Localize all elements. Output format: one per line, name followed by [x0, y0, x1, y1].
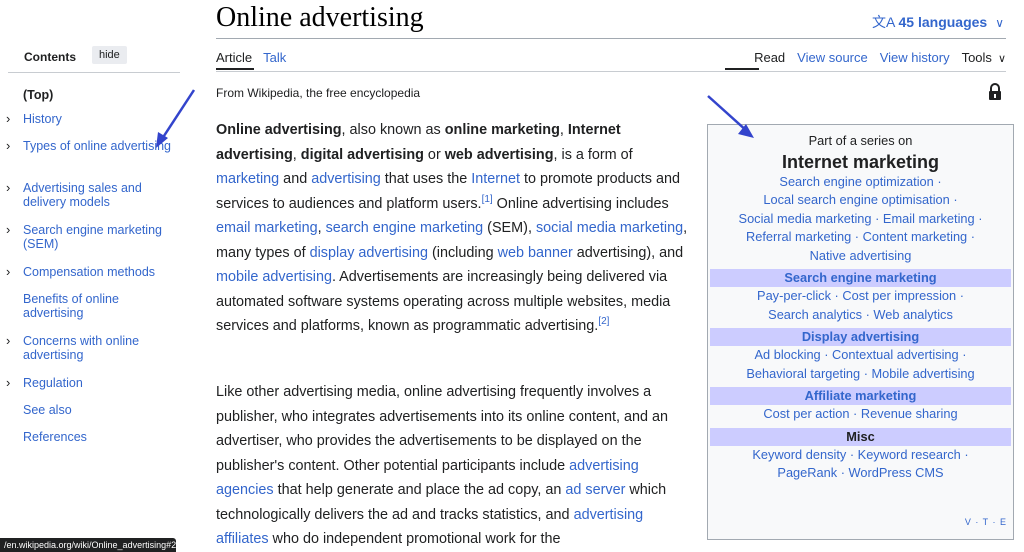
chevron-right-icon[interactable]: › [6, 139, 10, 153]
infobox-link-line[interactable]: PageRank · WordPress CMS [712, 464, 1009, 483]
link-marketing[interactable]: marketing [216, 171, 279, 187]
toc-divider [8, 72, 180, 73]
infobox-vte-links[interactable]: V · T · E [965, 513, 1007, 532]
link-social-media-marketing[interactable]: social media marketing [536, 220, 683, 236]
tab-talk[interactable]: Talk [263, 50, 286, 65]
tab-read-underline [725, 68, 759, 70]
infobox-link-line[interactable]: Referral marketing · Content marketing · [712, 228, 1009, 247]
toc-item-references[interactable]: References [23, 430, 173, 444]
toc-heading: Contents [24, 50, 76, 64]
tab-article[interactable]: Article [216, 50, 252, 65]
translate-icon: 文A [872, 14, 899, 30]
infobox-title[interactable]: Internet marketing [708, 151, 1013, 173]
page-title: Online advertising [216, 2, 424, 33]
lock-icon[interactable] [988, 83, 1002, 106]
infobox-link-line[interactable]: Native advertising [712, 247, 1009, 266]
chevron-right-icon[interactable]: › [6, 181, 10, 195]
tab-view-history[interactable]: View history [880, 50, 950, 65]
infobox-section-heading[interactable]: Display advertising [710, 328, 1011, 346]
link-internet[interactable]: Internet [471, 171, 520, 187]
second-paragraph: Like other advertising media, online adv… [216, 384, 668, 548]
toc-item-sem[interactable]: Search engine marketing (SEM) [23, 223, 173, 251]
link-ad-server[interactable]: ad server [565, 482, 625, 498]
chevron-right-icon[interactable]: › [6, 112, 10, 126]
namespace-tabs: Article Talk [216, 50, 297, 65]
site-subtitle: From Wikipedia, the free encyclopedia [216, 86, 421, 100]
infobox-section-heading[interactable]: Affiliate marketing [710, 387, 1011, 405]
tab-article-underline [216, 68, 254, 70]
chevron-down-icon: ∨ [997, 53, 1006, 65]
chevron-down-icon: ∨ [995, 16, 1004, 30]
annotation-arrow-icon [707, 95, 754, 138]
infobox-link-line[interactable]: Search engine optimization · [712, 173, 1009, 192]
chevron-right-icon[interactable]: › [6, 376, 10, 390]
tools-menu[interactable]: Tools [962, 50, 992, 65]
infobox-link-line[interactable]: Pay-per-click · Cost per impression · [712, 287, 1009, 306]
annotation-arrow-icon [156, 89, 196, 148]
link-web-banner[interactable]: web banner [498, 245, 573, 261]
link-advertising[interactable]: advertising [311, 171, 381, 187]
infobox-link-line[interactable]: Keyword density · Keyword research · [712, 446, 1009, 465]
link-email-marketing[interactable]: email marketing [216, 220, 318, 236]
infobox-link-line[interactable]: Behavioral targeting · Mobile advertisin… [712, 365, 1009, 384]
tabs-divider [216, 71, 1006, 72]
infobox-link-line[interactable]: Cost per action · Revenue sharing [712, 405, 1009, 424]
infobox-link-line[interactable]: Search analytics · Web analytics [712, 306, 1009, 325]
chevron-right-icon[interactable]: › [6, 265, 10, 279]
toc-item-concerns[interactable]: Concerns with online advertising [23, 334, 173, 362]
link-mobile-advertising[interactable]: mobile advertising [216, 269, 332, 285]
infobox-link-line[interactable]: Local search engine optimisation · [712, 191, 1009, 210]
tab-read[interactable]: Read [754, 50, 785, 65]
chevron-right-icon[interactable]: › [6, 334, 10, 348]
toc-item-see-also[interactable]: See also [23, 403, 173, 417]
title-divider [216, 38, 1006, 39]
languages-button[interactable]: 文A 45 languages ∨ [872, 12, 1004, 32]
citation-1[interactable]: [1] [482, 194, 493, 205]
series-infobox: Part of a series on Internet marketing S… [707, 124, 1014, 540]
view-tabs: Read View source View history Tools ∨ [742, 50, 1006, 65]
link-display-advertising[interactable]: display advertising [310, 245, 428, 261]
lead-paragraph: Online advertising, also known as online… [216, 122, 688, 334]
toc-hide-button[interactable]: hide [92, 46, 127, 64]
toc-item-sales-models[interactable]: Advertising sales and delivery models [23, 181, 173, 209]
citation-2[interactable]: [2] [598, 316, 609, 327]
toc-item-compensation[interactable]: Compensation methods [23, 265, 173, 279]
infobox-link-line[interactable]: Ad blocking · Contextual advertising · [712, 346, 1009, 365]
toc-item-regulation[interactable]: Regulation [23, 376, 173, 390]
infobox-section-heading: Misc [710, 427, 1011, 446]
infobox-section-heading[interactable]: Search engine marketing [710, 269, 1011, 287]
tab-view-source[interactable]: View source [797, 50, 868, 65]
link-advertising-affiliates[interactable]: advertising affiliates [216, 507, 643, 548]
infobox-top-links: Search engine optimization · Local searc… [708, 173, 1013, 266]
chevron-right-icon[interactable]: › [6, 223, 10, 237]
link-sem[interactable]: search engine marketing [326, 220, 484, 236]
infobox-link-line[interactable]: Social media marketing · Email marketing… [712, 210, 1009, 229]
toc-item-benefits[interactable]: Benefits of online advertising [23, 292, 173, 320]
